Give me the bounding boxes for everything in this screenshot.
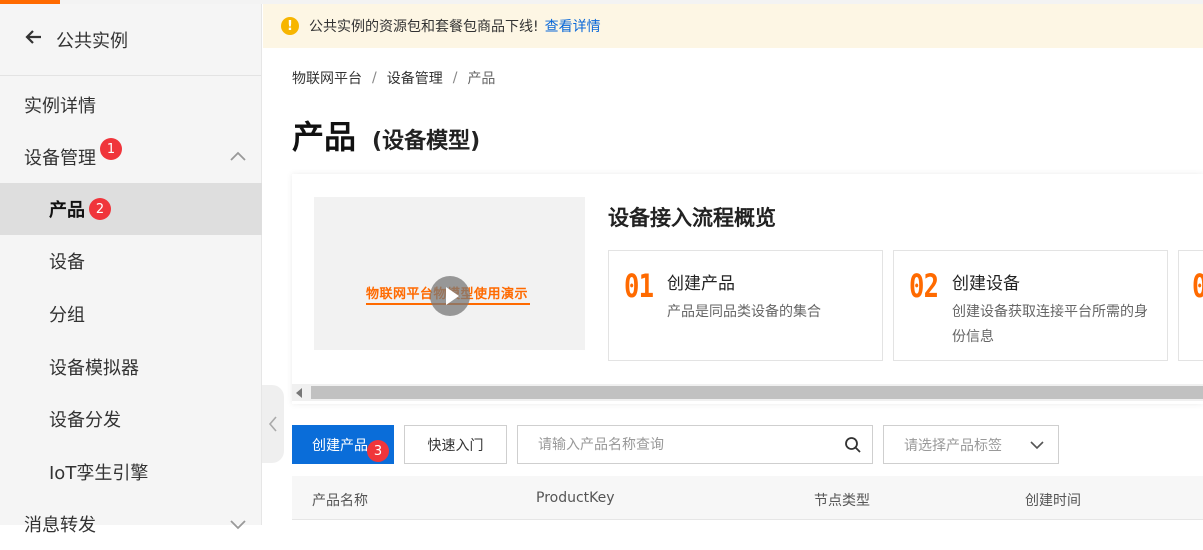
step-description: 产品是同品类设备的集合 xyxy=(667,304,821,320)
sidebar-item-label: 设备模拟器 xyxy=(49,358,139,379)
column-header-productkey[interactable]: ProductKey xyxy=(536,490,615,506)
sidebar-item-device-management[interactable]: 设备管理 1 xyxy=(0,131,262,183)
breadcrumb-item-iot-platform[interactable]: 物联网平台 xyxy=(292,68,362,88)
product-search xyxy=(517,425,873,464)
breadcrumb: 物联网平台 / 设备管理 / 产品 xyxy=(292,68,495,88)
page-title-main: 产品 xyxy=(292,118,357,156)
sidebar-item-products[interactable]: 产品 2 xyxy=(0,183,262,235)
sidebar-item-iot-twin-engine[interactable]: IoT孪生引擎 xyxy=(0,446,262,498)
create-product-label: 创建产品 xyxy=(312,437,368,454)
sidebar-back-label: 公共实例 xyxy=(56,30,128,52)
chevron-up-icon[interactable] xyxy=(228,147,248,167)
page-title-sub: (设备模型) xyxy=(372,129,481,154)
step-card-next[interactable]: 0 xyxy=(1178,250,1203,361)
search-icon[interactable] xyxy=(844,436,862,454)
onboarding-overview-card: 物联网平台物模型使用演示 设备接入流程概览 01 创建产品 产品是同品类设备的集… xyxy=(292,174,1203,404)
scrollbar-thumb[interactable] xyxy=(311,386,1203,399)
sidebar-item-message-forwarding[interactable]: 消息转发 xyxy=(0,498,262,550)
notice-text: 公共实例的资源包和套餐包商品下线! xyxy=(309,19,539,35)
step-number: 01 xyxy=(624,267,654,305)
step-description: 创建设备获取连接平台所需的身份信息 xyxy=(952,304,1148,345)
column-header-product-name[interactable]: 产品名称 xyxy=(312,490,368,510)
step-number: 02 xyxy=(909,267,939,305)
breadcrumb-separator: / xyxy=(372,70,377,86)
quick-start-label: 快速入门 xyxy=(427,437,484,454)
overview-title: 设备接入流程概览 xyxy=(608,206,776,230)
step-card-create-product[interactable]: 01 创建产品 产品是同品类设备的集合 xyxy=(608,250,883,361)
sidebar-item-label: 设备 xyxy=(49,252,85,273)
sidebar-item-label: 分组 xyxy=(49,305,85,326)
step-badge: 3 xyxy=(367,440,389,462)
sidebar-item-label: 设备分发 xyxy=(49,410,121,431)
step-name: 创建设备 xyxy=(952,274,1020,294)
breadcrumb-separator: / xyxy=(452,70,458,86)
product-tag-placeholder: 请选择产品标签 xyxy=(904,437,1002,454)
sidebar-item-label: 设备管理 xyxy=(24,148,96,169)
breadcrumb-item-device-management[interactable]: 设备管理 xyxy=(387,68,443,88)
sidebar-item-groups[interactable]: 分组 xyxy=(0,288,262,340)
product-table-header: 产品名称 ProductKey 节点类型 创建时间 xyxy=(292,476,1203,520)
quick-start-button[interactable]: 快速入门 xyxy=(404,425,507,464)
arrow-left-icon[interactable] xyxy=(24,27,44,52)
step-number: 0 xyxy=(1192,267,1203,305)
play-icon[interactable] xyxy=(430,276,470,316)
sidebar: 公共实例 实例详情 设备管理 1 产品 2 设备 分组 设备模拟器 设备分发 I… xyxy=(0,4,262,536)
chevron-down-icon[interactable] xyxy=(228,514,248,534)
page-title: 产品 (设备模型) xyxy=(292,112,480,158)
sidebar-item-device-simulator[interactable]: 设备模拟器 xyxy=(0,341,262,393)
sidebar-item-device-distribution[interactable]: 设备分发 xyxy=(0,393,262,445)
step-card-create-device[interactable]: 02 创建设备 创建设备获取连接平台所需的身份信息 xyxy=(893,250,1168,361)
horizontal-scrollbar[interactable] xyxy=(292,384,1203,401)
sidebar-item-label: 实例详情 xyxy=(24,96,96,117)
step-badge: 2 xyxy=(89,198,111,220)
product-tag-select[interactable]: 请选择产品标签 xyxy=(883,425,1059,464)
sidebar-back-header[interactable]: 公共实例 xyxy=(0,4,261,76)
step-badge: 1 xyxy=(100,138,122,160)
sidebar-item-label: 消息转发 xyxy=(24,515,96,536)
warning-icon: ! xyxy=(281,17,299,35)
demo-video[interactable]: 物联网平台物模型使用演示 xyxy=(314,197,585,350)
sidebar-item-label: 产品 xyxy=(49,200,85,221)
sidebar-item-label: IoT孪生引擎 xyxy=(49,463,149,484)
scroll-left-arrow-icon[interactable] xyxy=(296,388,302,398)
notice-details-link[interactable]: 查看详情 xyxy=(545,16,601,36)
product-search-input[interactable] xyxy=(518,426,818,463)
create-product-button[interactable]: 创建产品 3 xyxy=(292,425,394,464)
sidebar-collapse-handle[interactable] xyxy=(262,385,284,463)
sidebar-item-instance-details[interactable]: 实例详情 xyxy=(0,79,262,131)
breadcrumb-item-current: 产品 xyxy=(467,71,496,87)
sidebar-item-devices[interactable]: 设备 xyxy=(0,235,262,287)
chevron-down-icon xyxy=(1030,441,1044,450)
step-name: 创建产品 xyxy=(667,274,735,294)
chevron-left-icon xyxy=(268,416,277,432)
column-header-created-time[interactable]: 创建时间 xyxy=(1025,490,1081,510)
notice-banner: ! 公共实例的资源包和套餐包商品下线! 查看详情 xyxy=(263,4,1203,48)
column-header-node-type[interactable]: 节点类型 xyxy=(814,490,870,510)
